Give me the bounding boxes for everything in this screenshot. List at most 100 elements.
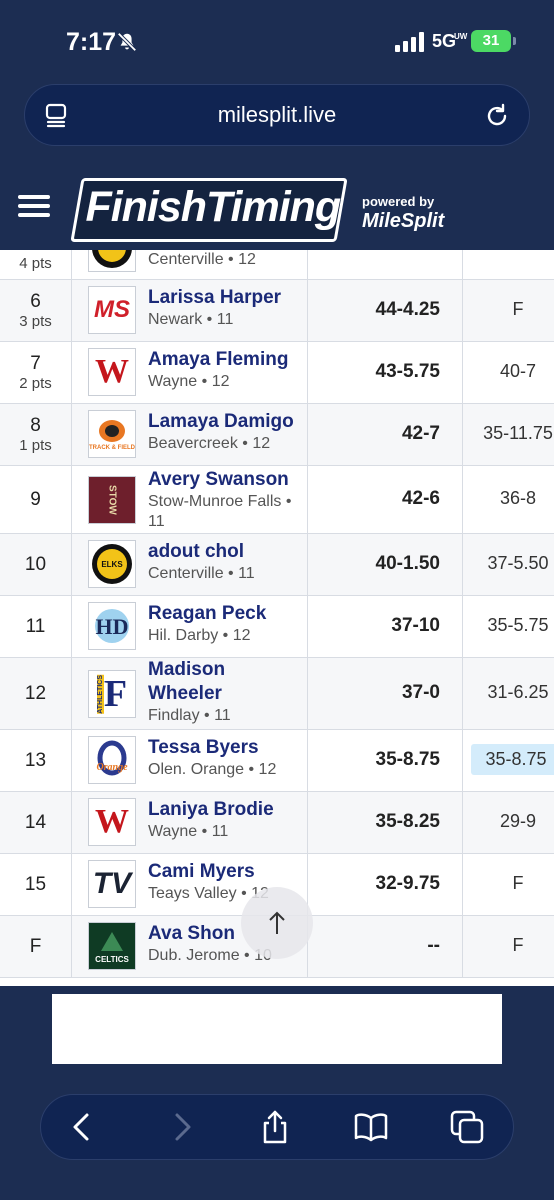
place: 8 <box>30 414 41 436</box>
battery-cap <box>513 37 516 45</box>
team-name: Wayne • 12 <box>148 373 230 390</box>
athlete-name[interactable]: Larissa Harper <box>148 286 308 310</box>
athlete-name[interactable]: Cami Myers <box>148 860 308 884</box>
team-name: Centerville • 12 <box>148 251 256 268</box>
site-header: FinishTiming powered by MileSplit <box>0 168 554 250</box>
athlete-name[interactable]: Madison Wheeler <box>148 658 248 706</box>
dublin-jerome-logo: CELTICS <box>88 922 136 970</box>
brand-name: FinishTiming <box>85 183 341 231</box>
mark: 37-0 <box>401 682 440 703</box>
olentangy-orange-logo: Orange <box>88 736 136 784</box>
place: 13 <box>24 749 47 771</box>
arrow-up-icon <box>269 911 285 934</box>
place: 11 <box>25 615 46 637</box>
table-row[interactable]: 4 pts Centerville • 12 <box>0 250 554 280</box>
back-icon[interactable] <box>65 1109 101 1145</box>
centerville-logo <box>88 250 136 272</box>
finishtiming-logo[interactable]: FinishTiming <box>70 178 348 242</box>
points: 4 pts <box>19 254 52 272</box>
tabs-icon[interactable] <box>449 1109 485 1145</box>
table-row[interactable]: 8 1 pts TRACK & FIELD Lamaya Damigo Beav… <box>0 404 554 466</box>
ad-banner[interactable] <box>52 994 502 1064</box>
signal-icon <box>395 32 424 52</box>
mark: -- <box>427 935 440 956</box>
address-bar[interactable]: milesplit.live <box>24 84 530 146</box>
seed-mark: 31-6.25 <box>487 682 549 702</box>
seed-mark: F <box>512 935 524 955</box>
points: 3 pts <box>19 312 52 330</box>
powered-by-label: powered by <box>362 194 435 209</box>
seed-mark: 40-7 <box>499 361 537 381</box>
beavercreek-logo: TRACK & FIELD <box>88 410 136 458</box>
athlete-name[interactable]: adout chol <box>148 540 308 564</box>
svg-text:HD: HD <box>96 614 129 639</box>
place: 7 <box>30 352 41 374</box>
teays-valley-logo: TV <box>88 860 136 908</box>
place: 9 <box>30 488 41 510</box>
seed-mark-highlighted: 35-8.75 <box>471 744 554 775</box>
team-name: Newark • 11 <box>148 311 234 328</box>
seed-mark: 35-11.75 <box>483 423 553 443</box>
newark-logo: MS <box>88 286 136 334</box>
team-name: Olen. Orange • 12 <box>148 761 277 778</box>
network-type: 5G <box>432 31 457 51</box>
seed-mark: F <box>512 299 524 319</box>
team-name: Beavercreek • 12 <box>148 435 271 452</box>
table-row[interactable]: 6 3 pts MS Larissa Harper Newark • 11 44… <box>0 280 554 342</box>
centerville-logo: ELKS <box>88 540 136 588</box>
place: 14 <box>24 811 47 833</box>
athlete-name[interactable]: Tessa Byers <box>148 736 308 760</box>
browser-toolbar <box>40 1094 514 1160</box>
wayne-logo: W <box>88 348 136 396</box>
place: 12 <box>24 682 47 704</box>
table-row[interactable]: 13 Orange Tessa Byers Olen. Orange • 12 … <box>0 730 554 792</box>
athlete-name[interactable]: Lamaya Damigo <box>148 410 308 434</box>
points: 2 pts <box>19 374 52 392</box>
hilliard-darby-logo: HD <box>88 602 136 650</box>
place: 15 <box>24 873 47 895</box>
status-time: 7:17 <box>66 28 117 56</box>
mark: 43-5.75 <box>375 361 440 382</box>
stow-logo: STOW <box>88 476 136 524</box>
battery-level: 31 <box>471 30 511 52</box>
mark: 35-8.25 <box>375 811 440 832</box>
share-icon[interactable] <box>257 1109 293 1145</box>
table-row[interactable]: 14 W Laniya Brodie Wayne • 11 35-8.25 29… <box>0 792 554 854</box>
athlete-name[interactable]: Laniya Brodie <box>148 798 308 822</box>
table-row[interactable]: 12 ATHLETICS F Madison Wheeler Findlay •… <box>0 658 554 730</box>
forward-icon[interactable] <box>163 1109 199 1145</box>
team-name: Stow-Munroe Falls • 11 <box>148 493 292 530</box>
athlete-name[interactable]: Avery Swanson <box>148 468 306 492</box>
athlete-name[interactable]: Amaya Fleming <box>148 348 308 372</box>
seed-mark: 36-8 <box>499 488 537 508</box>
mark: 37-10 <box>391 615 440 636</box>
team-name: Wayne • 11 <box>148 823 229 840</box>
mark: 42-6 <box>401 488 440 509</box>
results-table: 4 pts Centerville • 12 6 3 pts MS Lariss… <box>0 250 554 986</box>
url-text[interactable]: milesplit.live <box>25 102 529 128</box>
reload-icon[interactable] <box>483 102 511 130</box>
seed-mark: F <box>512 873 524 893</box>
place: 6 <box>30 290 41 312</box>
team-name: Hil. Darby • 12 <box>148 627 251 644</box>
mark: 32-9.75 <box>375 873 440 894</box>
mark: 42-7 <box>401 423 440 444</box>
place: F <box>29 935 42 957</box>
hamburger-menu-icon[interactable] <box>18 195 50 221</box>
table-row[interactable]: 9 STOW Avery Swanson Stow-Munroe Falls •… <box>0 466 554 534</box>
mark: 35-8.75 <box>375 749 440 770</box>
athlete-name[interactable]: Reagan Peck <box>148 602 308 626</box>
status-bar: 7:17 5G UW 31 <box>0 0 554 84</box>
table-row[interactable]: 7 2 pts W Amaya Fleming Wayne • 12 43-5.… <box>0 342 554 404</box>
table-row[interactable]: 10 ELKS adout chol Centerville • 11 40-1… <box>0 534 554 596</box>
scroll-to-top-button[interactable] <box>241 887 313 959</box>
team-name: Findlay • 11 <box>148 707 231 724</box>
table-row[interactable]: 11 HD Reagan Peck Hil. Darby • 12 37-10 … <box>0 596 554 658</box>
milesplit-logo[interactable]: MileSplit <box>362 210 444 233</box>
points: 1 pts <box>19 436 52 454</box>
bookmarks-icon[interactable] <box>353 1109 389 1145</box>
mark: 40-1.50 <box>375 553 440 574</box>
place: 10 <box>24 553 47 575</box>
mark: 44-4.25 <box>375 299 440 320</box>
svg-text:Orange: Orange <box>96 762 128 773</box>
